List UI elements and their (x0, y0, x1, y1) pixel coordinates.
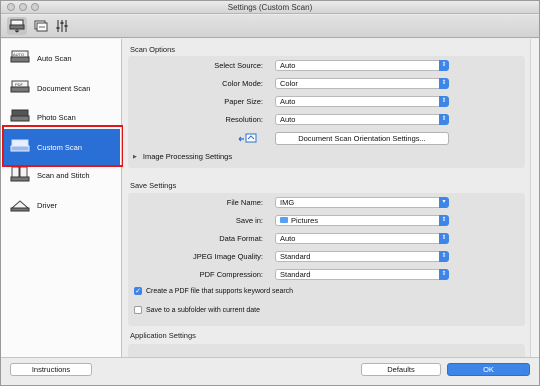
paper-size-select[interactable]: Auto ⇕ (275, 96, 449, 107)
resolution-select[interactable]: Auto ⇕ (275, 114, 449, 125)
window-controls (7, 3, 39, 11)
sidebar: AUTO Auto Scan PDF Document Scan Photo S… (1, 39, 122, 357)
sidebar-item-label: Driver (37, 200, 57, 210)
checkmark-icon: ✓ (134, 287, 142, 295)
scan-options-title: Scan Options (130, 45, 176, 54)
application-settings-panel (128, 344, 525, 357)
general-settings-icon (56, 20, 68, 32)
sidebar-item-driver[interactable]: Driver (3, 190, 120, 220)
jpeg-image-quality-label: JPEG Image Quality: (192, 252, 263, 261)
data-format-select[interactable]: Auto ⇕ (275, 233, 449, 244)
settings-main-pane: Scan Options Select Source: Auto ⇕ Color … (123, 39, 530, 357)
save-to-subfolder-checkbox[interactable]: Save to a subfolder with current date (134, 306, 260, 314)
ok-button[interactable]: OK (447, 363, 530, 376)
toolbar (1, 15, 539, 38)
chevron-updown-icon: ⇕ (439, 269, 449, 280)
chevron-updown-icon: ⇕ (439, 78, 449, 89)
save-in-label: Save in: (235, 216, 263, 225)
sidebar-item-label: Photo Scan (37, 112, 76, 122)
chevron-updown-icon: ⇕ (439, 215, 449, 226)
minimize-window-button[interactable] (19, 3, 27, 11)
scan-settings-icon (9, 19, 25, 33)
scan-options-panel: Select Source: Auto ⇕ Color Mode: Color ⇕ … (128, 56, 525, 168)
application-settings-title: Application Settings (130, 331, 196, 340)
close-window-button[interactable] (7, 3, 15, 11)
driver-icon (9, 195, 31, 215)
resolution-label: Resolution: (225, 115, 263, 124)
custom-scan-icon (9, 137, 31, 157)
create-searchable-pdf-checkbox[interactable]: ✓ Create a PDF file that supports keywor… (134, 287, 293, 295)
file-name-label: File Name: (226, 198, 263, 207)
chevron-updown-icon: ⇕ (439, 251, 449, 262)
folder-icon (280, 217, 288, 223)
save-settings-title: Save Settings (130, 181, 177, 190)
save-settings-icon (34, 20, 48, 32)
sidebar-item-document-scan[interactable]: PDF Document Scan (3, 73, 120, 103)
orientation-icon (238, 133, 257, 143)
sidebar-item-label: Custom Scan (37, 142, 83, 152)
instructions-button[interactable]: Instructions (10, 363, 92, 376)
color-mode-select[interactable]: Color ⇕ (275, 78, 449, 89)
svg-text:PDF: PDF (15, 82, 24, 87)
sidebar-item-label: Scan and Stitch (37, 170, 90, 180)
vertical-scrollbar[interactable] (530, 39, 539, 357)
sidebar-item-label: Document Scan (37, 83, 91, 93)
file-name-combobox[interactable]: IMG ▾ (275, 197, 449, 208)
scan-and-stitch-icon (9, 165, 31, 185)
chevron-updown-icon: ⇕ (439, 96, 449, 107)
chevron-updown-icon: ⇕ (439, 233, 449, 244)
sidebar-item-label: Auto Scan (37, 53, 72, 63)
data-format-label: Data Format: (219, 234, 263, 243)
footer-bar: Instructions Defaults OK (1, 357, 539, 385)
image-processing-settings-toggle[interactable]: ▶ Image Processing Settings (133, 152, 232, 161)
color-mode-label: Color Mode: (222, 79, 263, 88)
save-settings-tab[interactable] (31, 17, 51, 35)
sidebar-item-photo-scan[interactable]: Photo Scan (3, 102, 120, 132)
scan-settings-tab[interactable] (7, 17, 27, 35)
auto-scan-icon: AUTO (9, 48, 31, 68)
zoom-window-button[interactable] (31, 3, 39, 11)
chevron-down-icon: ▾ (439, 197, 449, 208)
select-source-select[interactable]: Auto ⇕ (275, 60, 449, 71)
general-settings-tab[interactable] (53, 17, 73, 35)
defaults-button[interactable]: Defaults (361, 363, 441, 376)
title-bar: Settings (Custom Scan) (1, 1, 539, 14)
svg-text:AUTO: AUTO (13, 52, 24, 57)
window-title: Settings (Custom Scan) (227, 3, 313, 12)
chevron-updown-icon: ⇕ (439, 114, 449, 125)
select-source-label: Select Source: (214, 61, 263, 70)
disclosure-triangle-icon: ▶ (133, 153, 137, 160)
pdf-compression-select[interactable]: Standard ⇕ (275, 269, 449, 280)
chevron-updown-icon: ⇕ (439, 60, 449, 71)
photo-scan-icon (9, 107, 31, 127)
sidebar-item-auto-scan[interactable]: AUTO Auto Scan (3, 43, 120, 73)
document-scan-orientation-settings-button[interactable]: Document Scan Orientation Settings... (275, 132, 449, 145)
pdf-compression-label: PDF Compression: (199, 270, 263, 279)
sidebar-item-scan-and-stitch[interactable]: Scan and Stitch (3, 160, 120, 190)
paper-size-label: Paper Size: (224, 97, 263, 106)
save-in-select[interactable]: Pictures ⇕ (275, 215, 449, 226)
save-settings-panel: File Name: IMG ▾ Save in: Pictures ⇕ Data … (128, 193, 525, 326)
jpeg-image-quality-select[interactable]: Standard ⇕ (275, 251, 449, 262)
document-scan-icon: PDF (9, 78, 31, 98)
settings-window: Settings (Custom Scan) AUTO Auto Scan PD… (0, 0, 540, 386)
